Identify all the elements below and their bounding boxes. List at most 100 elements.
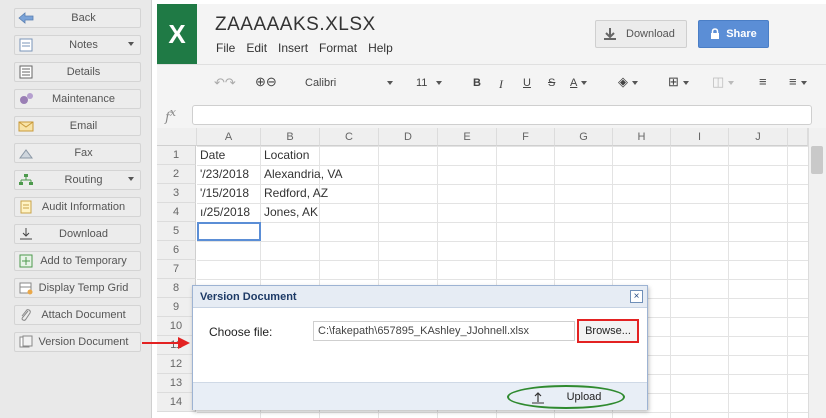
font-color-button[interactable]: A bbox=[570, 77, 588, 89]
menu-bar: File Edit Insert Format Help bbox=[216, 41, 404, 55]
column-header[interactable]: G bbox=[555, 128, 613, 146]
sidebar-item-details[interactable]: Details bbox=[14, 62, 141, 82]
font-size-select[interactable]: 11 bbox=[416, 77, 443, 89]
menu-edit[interactable]: Edit bbox=[246, 41, 267, 55]
sidebar-item-version-document[interactable]: Version Document bbox=[14, 332, 141, 352]
strikethrough-button[interactable]: S bbox=[548, 77, 555, 89]
chevron-down-icon bbox=[128, 42, 134, 46]
column-header[interactable]: I bbox=[671, 128, 729, 146]
sidebar-item-label: Maintenance bbox=[52, 93, 115, 105]
sidebar-item-back[interactable]: Back bbox=[14, 8, 141, 28]
merge-cells-icon[interactable]: ◫ bbox=[712, 74, 735, 90]
zoom-icon[interactable]: ⊕⊖ bbox=[255, 74, 277, 90]
sidebar-item-maintenance[interactable]: Maintenance bbox=[14, 89, 141, 109]
share-label: Share bbox=[726, 28, 757, 40]
sidebar-item-add-to-temporary[interactable]: Add to Temporary bbox=[14, 251, 141, 271]
row-header[interactable]: 3 bbox=[157, 184, 196, 203]
row-header[interactable]: 8 bbox=[157, 279, 196, 298]
cell-a1[interactable]: Date bbox=[197, 146, 261, 165]
menu-insert[interactable]: Insert bbox=[278, 41, 308, 55]
align-icon[interactable]: ≡ bbox=[789, 74, 807, 89]
font-name-select[interactable]: Calibri bbox=[305, 77, 336, 89]
column-header[interactable]: F bbox=[497, 128, 555, 146]
sidebar-item-attach-document[interactable]: Attach Document bbox=[14, 305, 141, 325]
column-header[interactable]: C bbox=[320, 128, 379, 146]
version-document-dialog: Version Document × Choose file: C:\fakep… bbox=[192, 285, 648, 410]
menu-format[interactable]: Format bbox=[319, 41, 357, 55]
sidebar-item-notes[interactable]: Notes bbox=[14, 35, 141, 55]
upload-label: Upload bbox=[566, 391, 602, 403]
cell-b2[interactable]: Alexandria, VA bbox=[261, 165, 343, 184]
menu-file[interactable]: File bbox=[216, 41, 235, 55]
sidebar-item-routing[interactable]: Routing bbox=[14, 170, 141, 190]
sidebar-item-display-temp-grid[interactable]: Display Temp Grid bbox=[14, 278, 141, 298]
download-button[interactable]: Download bbox=[595, 20, 687, 48]
cell-a2[interactable]: '/23/2018 bbox=[197, 165, 261, 184]
column-header[interactable]: H bbox=[613, 128, 671, 146]
undo-redo-icon[interactable]: ↶↷ bbox=[214, 75, 236, 91]
formula-input[interactable] bbox=[192, 105, 812, 125]
chevron-down-icon bbox=[728, 80, 735, 85]
row-header[interactable]: 12 bbox=[157, 355, 196, 374]
column-header[interactable]: J bbox=[729, 128, 788, 146]
sidebar-item-label: Audit Information bbox=[41, 201, 126, 213]
cell-b3[interactable]: Redford, AZ bbox=[261, 184, 328, 203]
choose-file-label: Choose file: bbox=[209, 325, 273, 339]
cell-a4[interactable]: ı/25/2018 bbox=[197, 203, 261, 222]
share-button[interactable]: Share bbox=[698, 20, 769, 48]
row-header[interactable]: 1 bbox=[157, 146, 196, 165]
row-header[interactable]: 4 bbox=[157, 203, 196, 222]
paperclip-icon bbox=[17, 306, 35, 324]
row-header[interactable]: 13 bbox=[157, 374, 196, 393]
wrap-text-icon[interactable]: ≡ bbox=[759, 74, 767, 89]
italic-button[interactable]: I bbox=[499, 77, 503, 92]
download-icon bbox=[602, 26, 618, 42]
sidebar-item-audit-information[interactable]: Audit Information bbox=[14, 197, 141, 217]
cell-a3[interactable]: '/15/2018 bbox=[197, 184, 261, 203]
row-header[interactable]: 7 bbox=[157, 260, 196, 279]
sidebar: Back Notes Details Maintenance Email Fax bbox=[0, 0, 152, 418]
scrollbar-thumb[interactable] bbox=[811, 146, 823, 174]
row-header[interactable]: 5 bbox=[157, 222, 196, 241]
sidebar-item-label: Routing bbox=[64, 174, 103, 186]
browse-button[interactable]: Browse... bbox=[577, 319, 639, 343]
vertical-scrollbar[interactable] bbox=[808, 128, 826, 418]
selected-cell-a5[interactable] bbox=[197, 222, 261, 241]
chevron-down-icon bbox=[436, 81, 443, 86]
excel-logo: X bbox=[157, 4, 197, 64]
chevron-down-icon bbox=[632, 80, 638, 85]
column-header[interactable]: D bbox=[379, 128, 438, 146]
column-header[interactable]: E bbox=[438, 128, 497, 146]
routing-icon bbox=[17, 171, 35, 189]
cell-b1[interactable]: Location bbox=[261, 146, 320, 165]
file-path-field[interactable]: C:\fakepath\657895_KAshley_JJohnell.xlsx bbox=[313, 321, 575, 341]
sidebar-item-label: Fax bbox=[74, 147, 93, 159]
chevron-down-icon bbox=[800, 80, 807, 85]
font-name-dropdown[interactable] bbox=[383, 77, 393, 89]
sidebar-item-label: Attach Document bbox=[41, 309, 126, 321]
upload-button[interactable]: Upload bbox=[507, 385, 625, 409]
row-header[interactable]: 14 bbox=[157, 393, 196, 412]
sidebar-item-fax[interactable]: Fax bbox=[14, 143, 141, 163]
row-header[interactable]: 2 bbox=[157, 165, 196, 184]
fill-color-icon[interactable]: ◈ bbox=[618, 74, 638, 90]
formula-bar: fx bbox=[157, 102, 826, 128]
dialog-title-bar[interactable]: Version Document × bbox=[193, 286, 647, 308]
sidebar-item-download[interactable]: Download bbox=[14, 224, 141, 244]
grid-divider bbox=[787, 146, 788, 418]
column-header[interactable]: A bbox=[197, 128, 261, 146]
menu-help[interactable]: Help bbox=[368, 41, 393, 55]
sidebar-item-label: Add to Temporary bbox=[40, 255, 127, 267]
close-icon[interactable]: × bbox=[630, 290, 643, 303]
underline-button[interactable]: U bbox=[523, 77, 531, 89]
grid-divider bbox=[728, 146, 729, 418]
column-header[interactable]: B bbox=[261, 128, 320, 146]
sidebar-item-label: Back bbox=[71, 12, 96, 24]
sidebar-item-email[interactable]: Email bbox=[14, 116, 141, 136]
bold-button[interactable]: B bbox=[473, 77, 481, 89]
row-header[interactable]: 6 bbox=[157, 241, 196, 260]
cell-b4[interactable]: Jones, AK bbox=[261, 203, 320, 222]
borders-icon[interactable]: ⊞ bbox=[668, 74, 689, 90]
corner-header[interactable] bbox=[157, 128, 197, 146]
row-header[interactable]: 9 bbox=[157, 298, 196, 317]
